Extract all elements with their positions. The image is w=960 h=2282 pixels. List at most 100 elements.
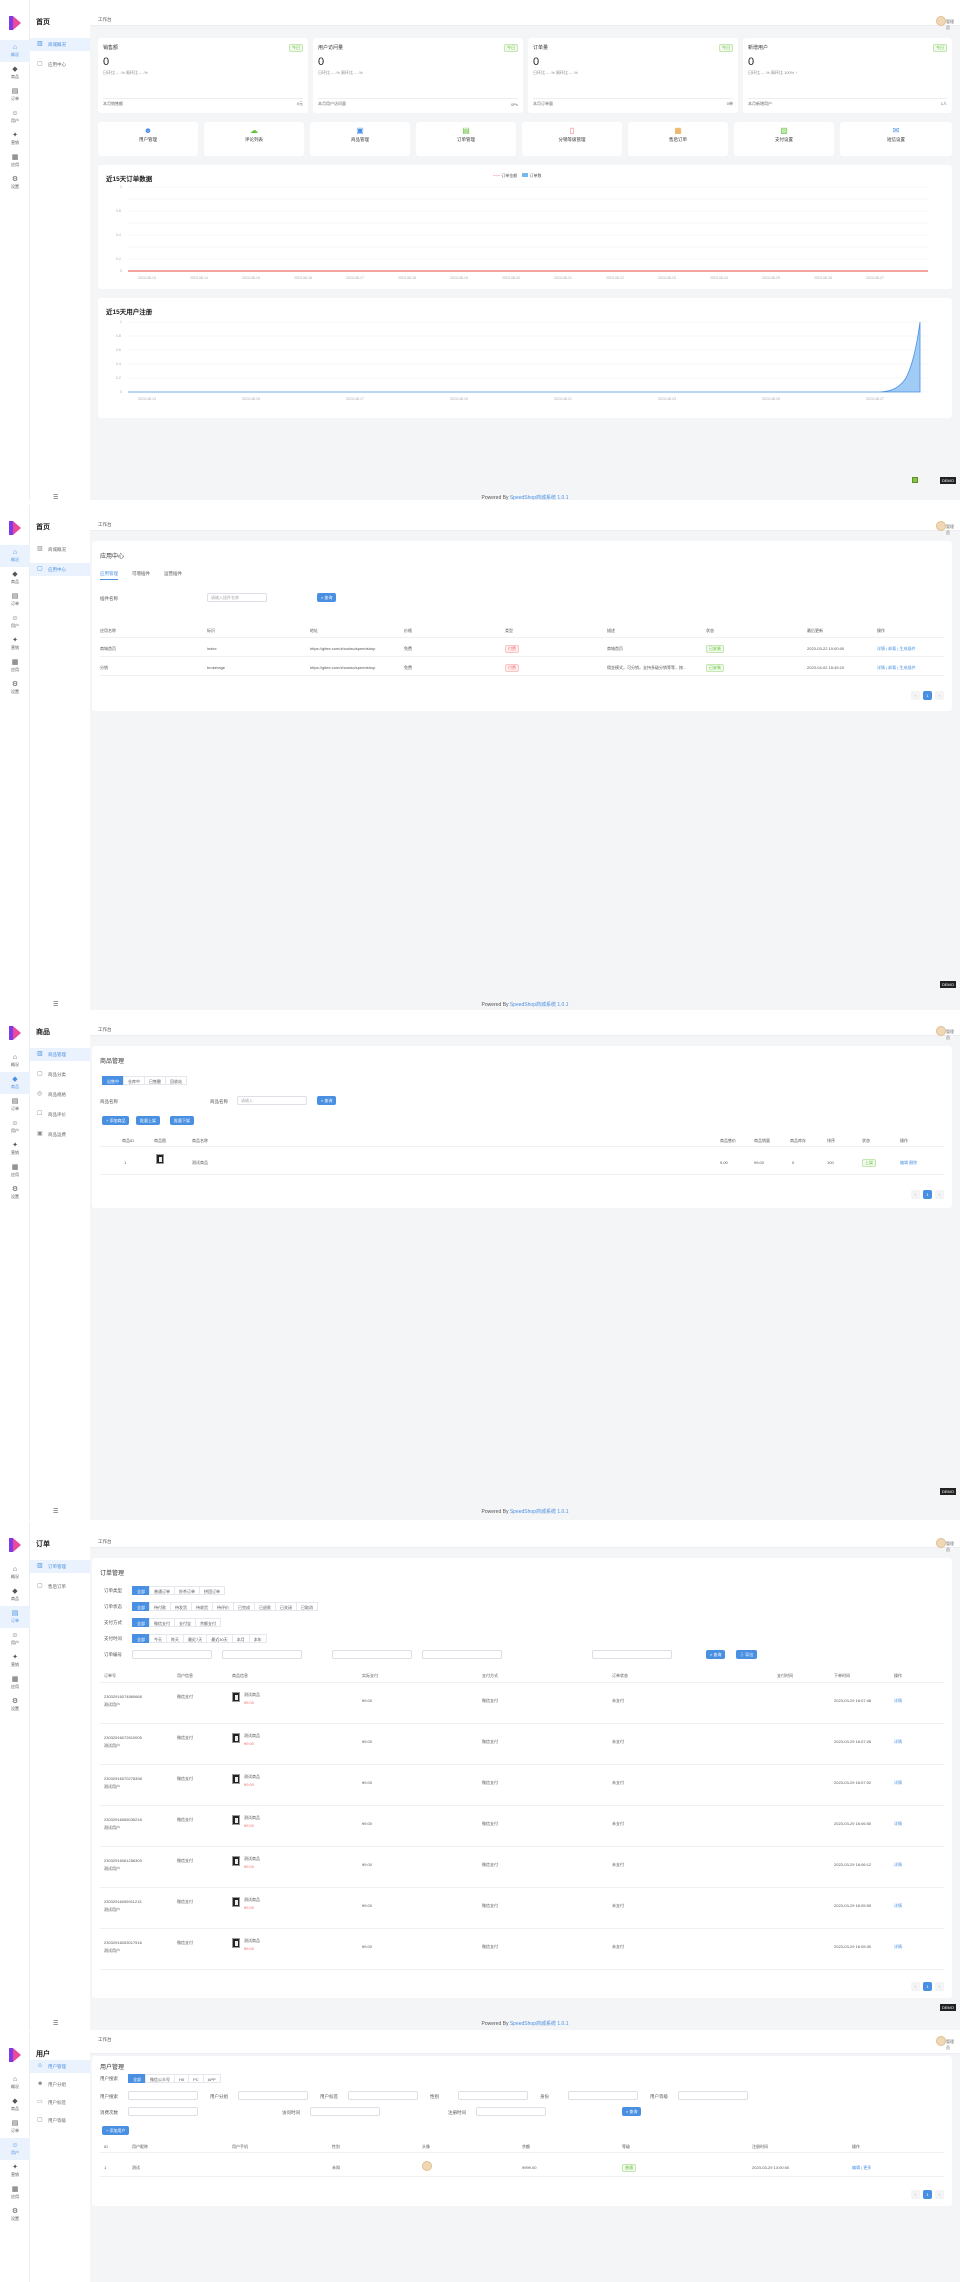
rail-apps[interactable]: ▦ 应用: [0, 1160, 30, 1182]
rail-orders[interactable]: ▤ 订单: [0, 2116, 30, 2138]
breadcrumb[interactable]: 工作台: [98, 2037, 112, 2043]
rail-goods[interactable]: ◆ 商品: [0, 567, 30, 589]
rail-orders[interactable]: ▤ 订单: [0, 1606, 30, 1628]
user-tag-select[interactable]: [348, 2091, 418, 2100]
rail-marketing[interactable]: ✦ 营销: [0, 2160, 30, 2182]
rail-marketing[interactable]: ✦ 营销: [0, 128, 30, 150]
prev-page[interactable]: ‹: [911, 691, 920, 700]
rail-goods[interactable]: ◆ 商品: [0, 62, 30, 84]
rail-apps[interactable]: ▦ 应用: [0, 150, 30, 172]
filter-input-3[interactable]: [332, 1650, 412, 1659]
username[interactable]: 管理员: [946, 19, 956, 31]
filter-input-5[interactable]: [592, 1650, 672, 1659]
subnav-item-overview[interactable]: ▥ 商城概况: [30, 543, 90, 556]
subnav-item-category[interactable]: ▢ 商品分类: [30, 1068, 90, 1081]
search-button[interactable]: ⌕ 查询: [622, 2107, 642, 2116]
register-time-input[interactable]: [476, 2107, 546, 2116]
rail-goods[interactable]: ◆ 商品: [0, 2094, 30, 2116]
subnav-item-groups[interactable]: ☻ 用户分组: [30, 2078, 90, 2091]
next-page[interactable]: ›: [935, 691, 944, 700]
detail-link[interactable]: 详情: [894, 1862, 902, 1868]
username[interactable]: 管理员: [946, 1541, 956, 1553]
rail-apps[interactable]: ▦ 应用: [0, 1672, 30, 1694]
next-page[interactable]: ›: [935, 1190, 944, 1199]
tab-recycle[interactable]: 回收站: [165, 1076, 187, 1085]
page-1[interactable]: 1: [923, 1982, 932, 1991]
detail-link[interactable]: 详情: [894, 1903, 902, 1909]
goods-name-input[interactable]: 请输入: [237, 1096, 307, 1105]
rail-home[interactable]: ⌂ 概况: [0, 2072, 30, 2094]
detail-link[interactable]: 详情: [894, 1780, 902, 1786]
page-1[interactable]: 1: [923, 1190, 932, 1199]
breadcrumb[interactable]: 工作台: [98, 1539, 112, 1545]
rail-home[interactable]: ⌂ 概况: [0, 545, 30, 567]
avatar[interactable]: [936, 1538, 946, 1548]
rail-users[interactable]: ☺ 用户: [0, 1116, 30, 1138]
order-no-input[interactable]: [132, 1650, 212, 1659]
row-ops[interactable]: 编辑 删除: [900, 1160, 917, 1166]
gender-select[interactable]: [458, 2091, 528, 2100]
quick-user-manage[interactable]: ☻ 用户管理: [98, 122, 198, 156]
user-search-input[interactable]: [128, 2091, 198, 2100]
footer-link[interactable]: SpeedShop商城系统 1.0.1: [510, 1002, 569, 1008]
tab-warehouse[interactable]: 仓库中: [123, 1076, 145, 1085]
subnav-item-freight[interactable]: ▣ 商品运费: [30, 1128, 90, 1141]
page-1[interactable]: 1: [923, 2190, 932, 2199]
row-ops[interactable]: 详情 | 卸载 | 生成插件: [877, 665, 916, 671]
rail-apps[interactable]: ▦ 应用: [0, 2182, 30, 2204]
footer-link[interactable]: SpeedShop商城系统 1.0.1: [510, 495, 569, 500]
quick-goods[interactable]: ▣ 商品管理: [310, 122, 410, 156]
avatar[interactable]: [936, 2036, 946, 2046]
footer-link[interactable]: SpeedShop商城系统 1.0.1: [510, 1509, 569, 1515]
rail-users[interactable]: ☺ 用户: [0, 106, 30, 128]
batch-off-button[interactable]: 批量下架: [170, 1116, 194, 1125]
prev-page[interactable]: ‹: [911, 1982, 920, 1991]
avatar[interactable]: [936, 1026, 946, 1036]
subnav-item-orders[interactable]: ▥ 订单管理: [30, 1560, 90, 1573]
filter-input-4[interactable]: [422, 1650, 502, 1659]
quick-sms[interactable]: ✉ 短信设置: [840, 122, 952, 156]
quick-payment[interactable]: ▧ 支付设置: [734, 122, 834, 156]
page-1[interactable]: 1: [923, 691, 932, 700]
search-button[interactable]: ⌕ 查询: [317, 1096, 337, 1105]
rail-users[interactable]: ☺ 用户: [0, 1628, 30, 1650]
rail-settings[interactable]: ⚙ 设置: [0, 1694, 30, 1716]
rail-users[interactable]: ☺ 用户: [0, 611, 30, 633]
username[interactable]: 管理员: [946, 2039, 956, 2051]
subnav-item-aftersale[interactable]: ▢ 售后订单: [30, 1580, 90, 1593]
subnav-item-overview[interactable]: ▥ 商城概况: [30, 38, 90, 51]
batch-on-button[interactable]: 批量上架: [136, 1116, 160, 1125]
avatar[interactable]: [936, 16, 946, 26]
tab-on-sale[interactable]: 出售中: [102, 1076, 124, 1085]
username[interactable]: 管理员: [946, 1029, 956, 1041]
rail-marketing[interactable]: ✦ 营销: [0, 1650, 30, 1672]
quick-aftersale[interactable]: ▦ 售后订单: [628, 122, 728, 156]
prev-page[interactable]: ‹: [911, 1190, 920, 1199]
subnav-item-app-center[interactable]: ▢ 应用中心: [30, 563, 90, 576]
add-goods-button[interactable]: + 添加商品: [102, 1116, 130, 1125]
add-user-button[interactable]: + 添加用户: [102, 2126, 130, 2135]
row-ops[interactable]: 详情 | 卸载 | 生成插件: [877, 646, 916, 652]
subnav-item-review[interactable]: ☐ 商品评价: [30, 1108, 90, 1121]
rail-settings[interactable]: ⚙ 设置: [0, 2204, 30, 2226]
tab-app-manage[interactable]: 应用管理: [100, 571, 118, 580]
detail-link[interactable]: 详情: [894, 1739, 902, 1745]
tab-addable[interactable]: 可增插件: [132, 571, 150, 579]
breadcrumb[interactable]: 工作台: [98, 17, 112, 23]
tab-operate[interactable]: 运营插件: [164, 571, 182, 579]
breadcrumb[interactable]: 工作台: [98, 1027, 112, 1033]
user-level-select[interactable]: [678, 2091, 748, 2100]
visit-time-input[interactable]: [310, 2107, 380, 2116]
filter-input-2[interactable]: [222, 1650, 302, 1659]
next-page[interactable]: ›: [935, 2190, 944, 2199]
collapse-icon[interactable]: ☰: [53, 2020, 58, 2027]
export-button[interactable]: ⇩ 导出: [736, 1650, 758, 1659]
consume-count-input[interactable]: [128, 2107, 198, 2116]
tab-sold-out[interactable]: 已售罄: [144, 1076, 166, 1085]
breadcrumb[interactable]: 工作台: [98, 522, 112, 528]
rail-apps[interactable]: ▦ 应用: [0, 655, 30, 677]
rail-orders[interactable]: ▤ 订单: [0, 84, 30, 106]
rail-orders[interactable]: ▤ 订单: [0, 589, 30, 611]
username[interactable]: 管理员: [946, 524, 956, 536]
quick-orders[interactable]: ▤ 订单管理: [416, 122, 516, 156]
